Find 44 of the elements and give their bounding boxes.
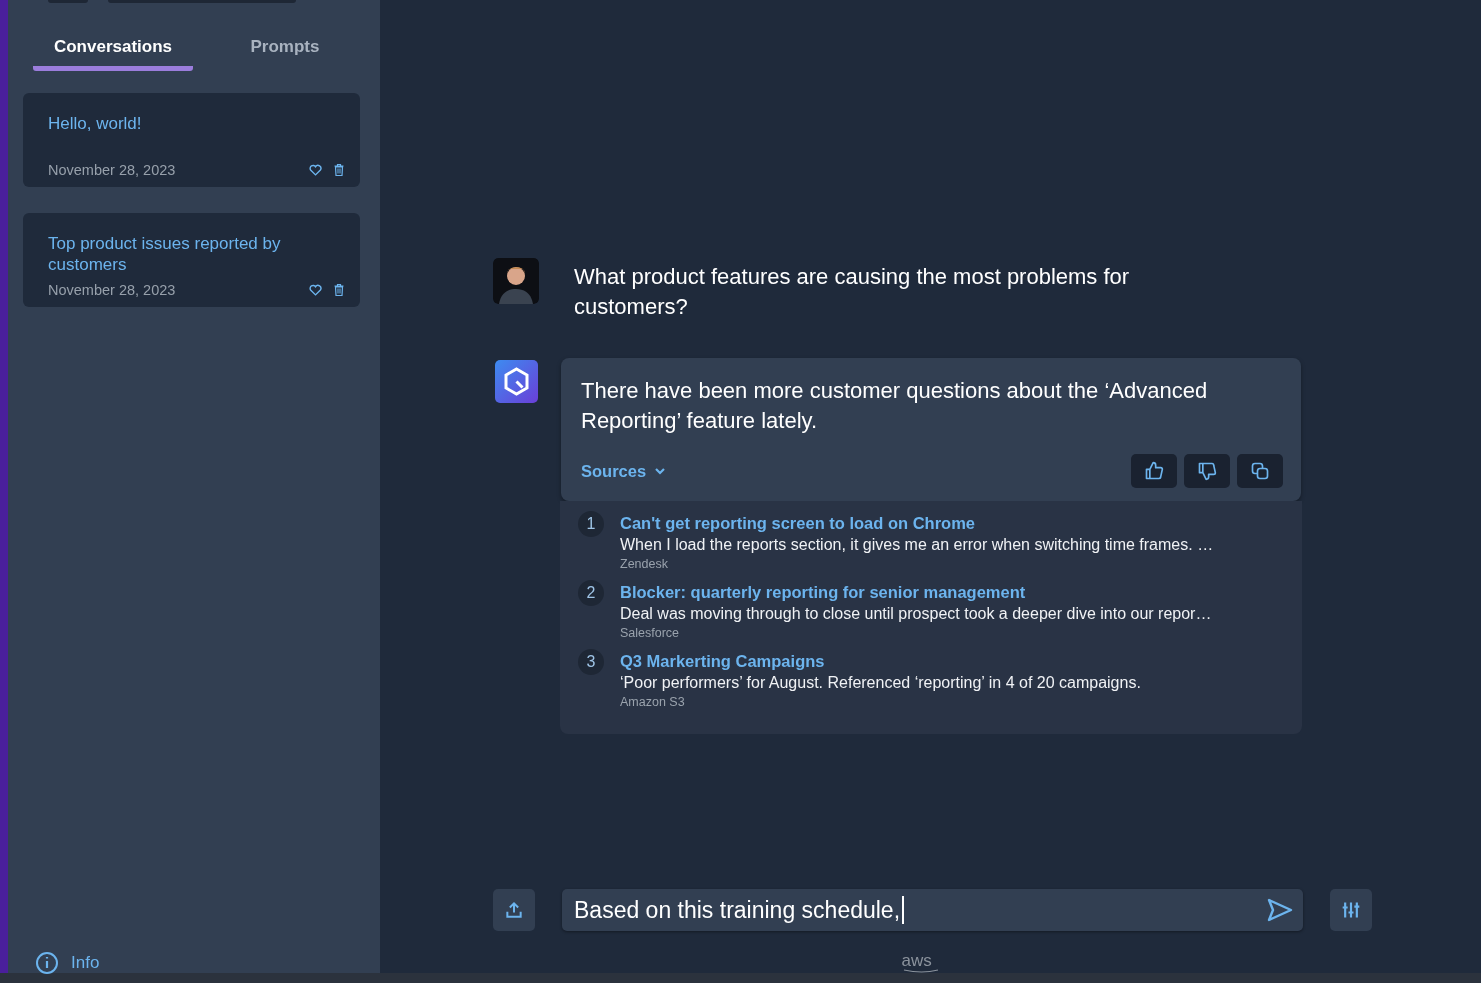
source-link[interactable]: Q3 Markerting Campaigns	[620, 652, 825, 671]
user-message: What product features are causing the most problems for customers?	[574, 263, 1131, 321]
thumbs-down-icon	[1197, 461, 1217, 481]
conversation-card[interactable]: Top product issues reported by customers November 28, 2023	[23, 213, 360, 307]
conversation-date: November 28, 2023	[48, 162, 177, 178]
user-avatar	[493, 258, 539, 304]
source-number: 1	[578, 511, 604, 537]
upload-icon	[504, 900, 524, 920]
sources-toggle[interactable]: Sources	[581, 461, 667, 481]
conversation-card[interactable]: Hello, world! November 28, 2023	[23, 93, 360, 187]
copy-button[interactable]	[1237, 454, 1283, 488]
copy-icon	[1250, 461, 1270, 481]
source-snippet: ‘Poor performers’ for August. Referenced ‘reporting’ in 4 of 20 campaigns.	[620, 674, 1141, 692]
trash-icon[interactable]	[334, 284, 344, 296]
info-link[interactable]: Info	[71, 953, 100, 973]
source-link[interactable]: Blocker: quarterly reporting for senior management	[620, 583, 1026, 602]
trash-icon[interactable]	[334, 164, 344, 176]
assistant-message: There have been more customer questions about the ‘Advanced Reporting’ feature lately.	[581, 377, 1209, 435]
source-link[interactable]: Can't get reporting screen to load on Chrome	[620, 514, 976, 533]
source-origin: Salesforce	[620, 626, 680, 640]
heart-icon[interactable]	[309, 164, 322, 176]
sidebar-tab[interactable]: Conversations	[33, 36, 193, 71]
source-origin: Zendesk	[620, 557, 668, 571]
info-icon[interactable]	[35, 951, 59, 975]
source-number: 2	[578, 580, 604, 606]
source-number: 3	[578, 649, 604, 675]
source-snippet: Deal was moving through to close until prospect took a deeper dive into our repor…	[620, 605, 1212, 623]
sliders-icon	[1341, 900, 1361, 920]
conversation-date: November 28, 2023	[48, 282, 177, 298]
heart-icon[interactable]	[309, 284, 322, 296]
source-snippet: When I load the reports section, it gives me an error when switching time frames. …	[620, 536, 1214, 554]
send-icon[interactable]	[1267, 898, 1293, 922]
source-origin: Amazon S3	[620, 695, 685, 709]
conversation-title: Hello, world!	[48, 113, 143, 134]
sidebar-tab[interactable]: Prompts	[201, 36, 369, 71]
message-input[interactable]: Based on this training schedule,	[562, 889, 1303, 931]
assistant-avatar	[495, 360, 538, 403]
settings-button[interactable]	[1330, 889, 1372, 931]
thumbs-up-icon	[1144, 461, 1164, 481]
upload-button[interactable]	[493, 889, 535, 931]
aws-logo: aws	[901, 953, 942, 973]
thumbs-up-button[interactable]	[1131, 454, 1177, 488]
conversation-title: Top product issues reported by customers	[48, 233, 282, 275]
thumbs-down-button[interactable]	[1184, 454, 1230, 488]
